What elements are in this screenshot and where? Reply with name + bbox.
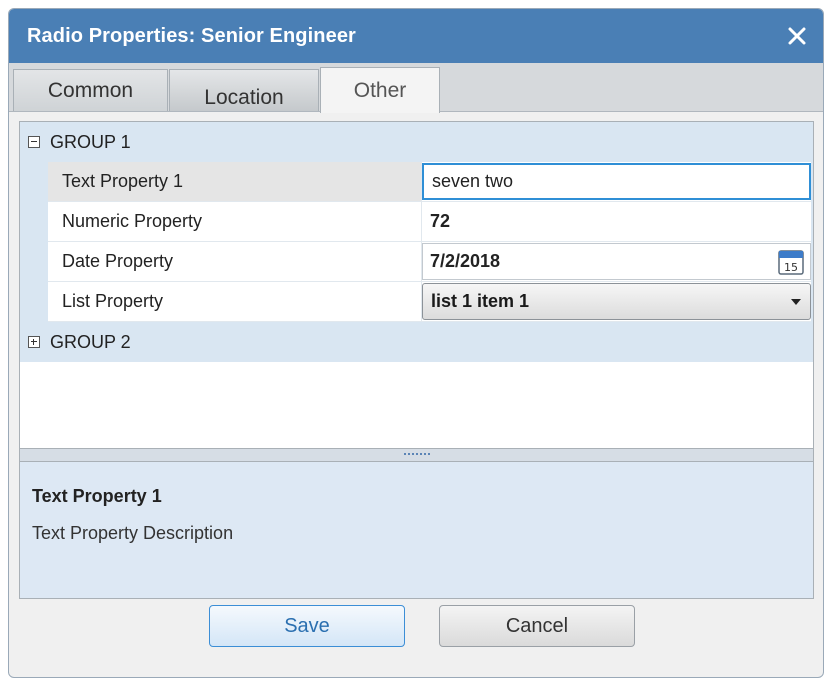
grip-icon bbox=[403, 452, 430, 458]
property-label: Date Property bbox=[48, 242, 422, 282]
group-row-1[interactable]: GROUP 1 bbox=[20, 122, 813, 162]
expand-icon[interactable] bbox=[28, 336, 40, 348]
property-row-list[interactable]: List Property list 1 item 1 bbox=[20, 282, 813, 322]
list-property-dropdown[interactable]: list 1 item 1 bbox=[422, 283, 811, 320]
text-property-input[interactable] bbox=[422, 163, 811, 200]
group-name: GROUP 2 bbox=[50, 331, 131, 352]
dialog-title: Radio Properties: Senior Engineer bbox=[27, 24, 356, 47]
close-icon bbox=[788, 27, 806, 45]
property-label: Text Property 1 bbox=[48, 162, 422, 202]
property-label: List Property bbox=[48, 282, 422, 322]
numeric-value: 72 bbox=[430, 211, 451, 231]
radio-properties-dialog: Radio Properties: Senior Engineer Common… bbox=[8, 8, 824, 678]
collapse-icon[interactable] bbox=[28, 136, 40, 148]
group-row-2[interactable]: GROUP 2 bbox=[20, 322, 813, 362]
svg-text:15: 15 bbox=[784, 261, 798, 274]
tab-strip: Common Location Other bbox=[9, 63, 823, 113]
title-bar: Radio Properties: Senior Engineer bbox=[9, 9, 823, 63]
numeric-property-field[interactable]: 72 bbox=[422, 202, 811, 242]
description-text: Text Property Description bbox=[32, 523, 234, 543]
description-panel: Text Property 1 Text Property Descriptio… bbox=[20, 462, 813, 598]
save-button[interactable]: Save bbox=[209, 605, 405, 647]
cancel-button[interactable]: Cancel bbox=[439, 605, 635, 647]
dropdown-arrow-icon bbox=[791, 298, 801, 305]
date-value: 7/2/2018 bbox=[430, 251, 501, 271]
group-name: GROUP 1 bbox=[50, 131, 131, 152]
tab-common[interactable]: Common bbox=[13, 69, 168, 111]
property-row-text[interactable]: Text Property 1 bbox=[20, 162, 813, 202]
property-row-date[interactable]: Date Property 7/2/2018 15 bbox=[20, 242, 813, 282]
tab-other[interactable]: Other bbox=[320, 67, 440, 113]
date-property-field[interactable]: 7/2/2018 15 bbox=[422, 242, 811, 282]
property-label: Numeric Property bbox=[48, 202, 422, 242]
tab-location[interactable]: Location bbox=[169, 69, 319, 111]
description-title: Text Property 1 bbox=[32, 486, 162, 506]
panel-splitter[interactable] bbox=[20, 448, 813, 462]
calendar-icon[interactable]: 15 bbox=[777, 248, 805, 276]
property-panel: GROUP 1 Text Property 1 Numeric Property… bbox=[19, 121, 814, 599]
dialog-footer: Save Cancel bbox=[9, 597, 823, 677]
list-property-cell: list 1 item 1 bbox=[422, 282, 811, 322]
property-value-cell bbox=[422, 162, 811, 202]
property-grid: GROUP 1 Text Property 1 Numeric Property… bbox=[20, 122, 813, 446]
list-selected-value: list 1 item 1 bbox=[431, 291, 530, 311]
close-button[interactable] bbox=[781, 20, 813, 52]
property-row-numeric[interactable]: Numeric Property 72 bbox=[20, 202, 813, 242]
